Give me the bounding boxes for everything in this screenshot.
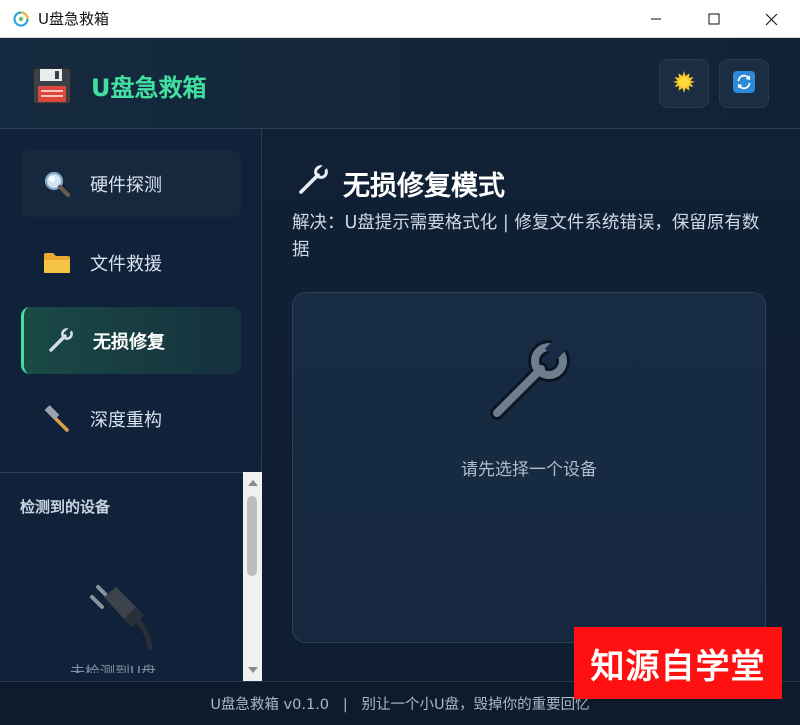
close-button[interactable]	[742, 0, 800, 38]
magnifier-icon	[42, 169, 72, 199]
theme-toggle-button[interactable]	[659, 59, 709, 108]
empty-state-message: 请先选择一个设备	[461, 460, 597, 480]
folder-icon	[42, 248, 72, 278]
wrench-icon	[296, 163, 330, 197]
page-description: 解决：U盘提示需要格式化 | 修复文件系统错误，保留原有数据	[292, 213, 760, 260]
sidebar-item-file-rescue[interactable]: 文件救援	[21, 229, 241, 296]
sun-icon	[672, 70, 696, 98]
floppy-disk-icon	[30, 66, 74, 106]
window-title: U盘急救箱	[38, 10, 109, 28]
wrench-icon	[45, 326, 75, 356]
sidebar-item-label: 文件救援	[90, 253, 162, 275]
sidebar-item-lossless-repair[interactable]: 无损修复	[21, 307, 241, 374]
app-logo-icon	[13, 10, 29, 27]
wrench-icon	[483, 331, 579, 431]
plug-icon	[88, 581, 158, 657]
sidebar-divider	[0, 472, 262, 473]
minimize-button[interactable]	[627, 0, 685, 38]
sidebar-item-label: 无损修复	[93, 331, 165, 353]
sidebar-item-label: 硬件探测	[90, 174, 162, 196]
watermark: 知源自学堂	[574, 627, 782, 699]
sidebar-item-hardware-detect[interactable]: 硬件探测	[21, 150, 241, 217]
refresh-icon	[732, 70, 756, 98]
device-list-scrollbar[interactable]	[243, 472, 262, 681]
footer-text: U盘急救箱 v0.1.0 | 别让一个小U盘，毁掉你的重要回忆	[210, 697, 590, 713]
app-window: U盘急救箱 硬件探测 文件救援 无损修复 深度重构 检测到的设备 未检测到U盘 …	[0, 38, 800, 725]
app-header: U盘急救箱	[0, 38, 800, 129]
sidebar-item-deep-rebuild[interactable]: 深度重构	[21, 385, 241, 452]
scroll-down-icon[interactable]	[248, 667, 258, 673]
sidebar: 硬件探测 文件救援 无损修复 深度重构 检测到的设备 未检测到U盘	[0, 129, 262, 681]
page-title: 无损修复模式	[343, 171, 505, 202]
app-name: U盘急救箱	[91, 74, 207, 102]
refresh-button[interactable]	[719, 59, 769, 108]
hammer-icon	[42, 404, 72, 434]
devices-section-title: 检测到的设备	[20, 498, 111, 516]
device-panel: 请先选择一个设备	[292, 292, 766, 643]
scrollbar-thumb[interactable]	[247, 496, 257, 576]
scroll-up-icon[interactable]	[248, 480, 258, 486]
devices-empty-text: 未检测到U盘	[70, 663, 156, 673]
maximize-button[interactable]	[685, 0, 743, 38]
sidebar-item-label: 深度重构	[90, 409, 162, 431]
